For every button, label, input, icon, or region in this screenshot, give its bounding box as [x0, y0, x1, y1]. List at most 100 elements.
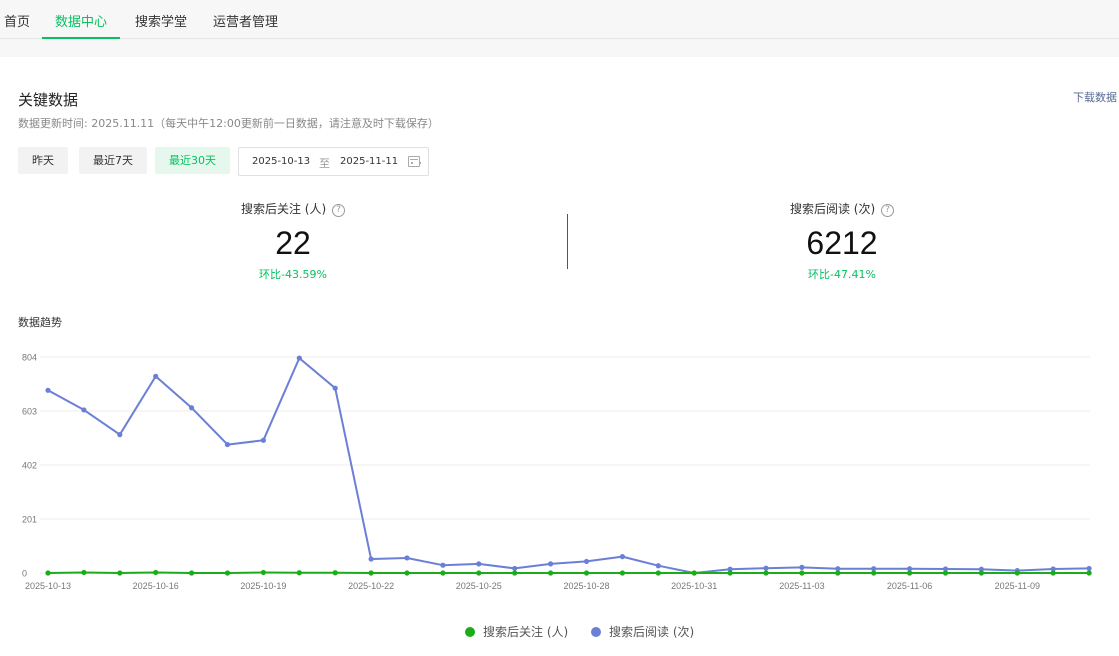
data-point: [440, 570, 446, 576]
stat-reads: 搜索后阅读 (次) ? 6212 环比-47.41%: [642, 200, 1042, 282]
data-point: [835, 570, 841, 576]
data-point: [296, 570, 302, 576]
data-point: [655, 570, 661, 576]
series-line: [47, 571, 1090, 574]
series-line: [47, 357, 1090, 574]
help-icon[interactable]: ?: [332, 204, 345, 217]
stat-follows-value: 22: [275, 225, 311, 261]
y-tick-label: 603: [22, 407, 37, 417]
data-point: [224, 570, 231, 576]
data-point: [583, 570, 590, 576]
data-point: [476, 561, 482, 567]
calendar-icon[interactable]: [408, 156, 421, 167]
data-point: [691, 570, 697, 576]
top-nav: 首页 数据中心 搜索学堂 运营者管理: [0, 0, 1119, 39]
data-point: [583, 558, 590, 565]
tab-data-center[interactable]: 数据中心: [42, 0, 120, 39]
stat-divider: [567, 214, 568, 269]
help-icon[interactable]: ?: [881, 204, 894, 217]
tab-operator-management[interactable]: 运营者管理: [213, 0, 278, 39]
x-tick-label: 2025-11-09: [995, 581, 1040, 591]
y-tick-label: 804: [22, 353, 37, 363]
x-tick-label: 2025-10-22: [348, 581, 394, 591]
range-yesterday-button[interactable]: 昨天: [18, 147, 68, 174]
data-point: [763, 565, 769, 571]
legend-marker: [465, 627, 475, 637]
data-point: [117, 432, 123, 438]
x-tick-label: 2025-11-06: [887, 581, 932, 591]
trend-title: 数据趋势: [18, 316, 62, 329]
data-point: [117, 570, 123, 576]
data-point: [260, 437, 266, 443]
data-point: [512, 570, 518, 576]
data-point: [476, 570, 482, 576]
data-point: [871, 570, 877, 576]
legend-label: 搜索后关注 (人): [483, 624, 568, 639]
legend-label: 搜索后阅读 (次): [609, 624, 694, 639]
x-tick-label: 2025-10-31: [671, 581, 717, 591]
x-tick-label: 2025-11-03: [779, 581, 824, 591]
tab-home[interactable]: 首页: [4, 0, 30, 39]
data-point: [763, 570, 769, 576]
header-band: [0, 39, 1119, 57]
y-tick-label: 201: [22, 515, 37, 525]
data-point: [440, 562, 446, 568]
x-tick-label: 2025-10-25: [456, 581, 502, 591]
data-point: [727, 570, 733, 576]
date-range-picker[interactable]: 2025-10-13 至 2025-11-11: [238, 147, 429, 176]
stat-follows-label: 搜索后关注 (人) ?: [93, 200, 493, 217]
end-date[interactable]: 2025-11-11: [340, 156, 398, 167]
data-point: [942, 570, 949, 576]
data-point: [799, 570, 805, 576]
data-point: [260, 569, 266, 576]
data-point: [1050, 570, 1056, 576]
stat-reads-value: 6212: [806, 225, 878, 261]
x-tick-label: 2025-10-28: [563, 581, 609, 591]
data-point: [368, 570, 374, 576]
data-point: [978, 570, 985, 576]
data-point: [619, 570, 626, 576]
data-point: [512, 565, 518, 572]
tab-search-school[interactable]: 搜索学堂: [135, 0, 187, 39]
data-point: [81, 569, 87, 576]
data-point: [296, 355, 302, 361]
data-point: [45, 387, 51, 393]
data-point: [1014, 570, 1020, 576]
stat-reads-label: 搜索后阅读 (次) ?: [642, 200, 1042, 217]
stat-follows-change: 环比-43.59%: [259, 268, 327, 281]
data-point: [224, 441, 231, 448]
stat-follows: 搜索后关注 (人) ? 22 环比-43.59%: [93, 200, 493, 282]
stat-follows-label-text: 搜索后关注 (人): [240, 202, 327, 216]
legend-marker: [591, 627, 601, 637]
data-point: [1086, 570, 1092, 576]
data-point: [189, 405, 195, 411]
data-point: [153, 373, 159, 379]
data-point: [907, 570, 913, 576]
y-tick-label: 402: [22, 461, 37, 471]
start-date[interactable]: 2025-10-13: [252, 156, 310, 167]
section-title: 关键数据: [18, 91, 79, 109]
data-point: [655, 563, 661, 569]
x-tick-label: 2025-10-13: [25, 581, 71, 591]
stat-reads-change: 环比-47.41%: [808, 268, 876, 281]
y-tick-label: 0: [22, 569, 27, 579]
data-point: [189, 570, 195, 576]
x-tick-label: 2025-10-16: [133, 581, 179, 591]
data-point: [332, 385, 338, 391]
data-point: [548, 570, 554, 576]
range-7-days-button[interactable]: 最近7天: [79, 147, 147, 174]
data-point: [368, 556, 374, 562]
data-point: [1086, 565, 1092, 572]
data-point: [332, 570, 338, 576]
date-separator: 至: [319, 157, 330, 170]
x-tick-label: 2025-10-19: [240, 581, 286, 591]
download-data-link[interactable]: 下载数据: [1073, 89, 1117, 105]
update-note: 数据更新时间: 2025.11.11（每天中午12:00更新前一日数据，请注意及…: [18, 117, 439, 130]
data-point: [799, 564, 805, 570]
data-point: [619, 554, 626, 560]
stat-reads-label-text: 搜索后阅读 (次): [789, 202, 876, 216]
data-point: [404, 555, 410, 561]
data-point: [153, 569, 159, 576]
range-30-days-button[interactable]: 最近30天: [155, 147, 230, 174]
data-point: [548, 561, 554, 567]
